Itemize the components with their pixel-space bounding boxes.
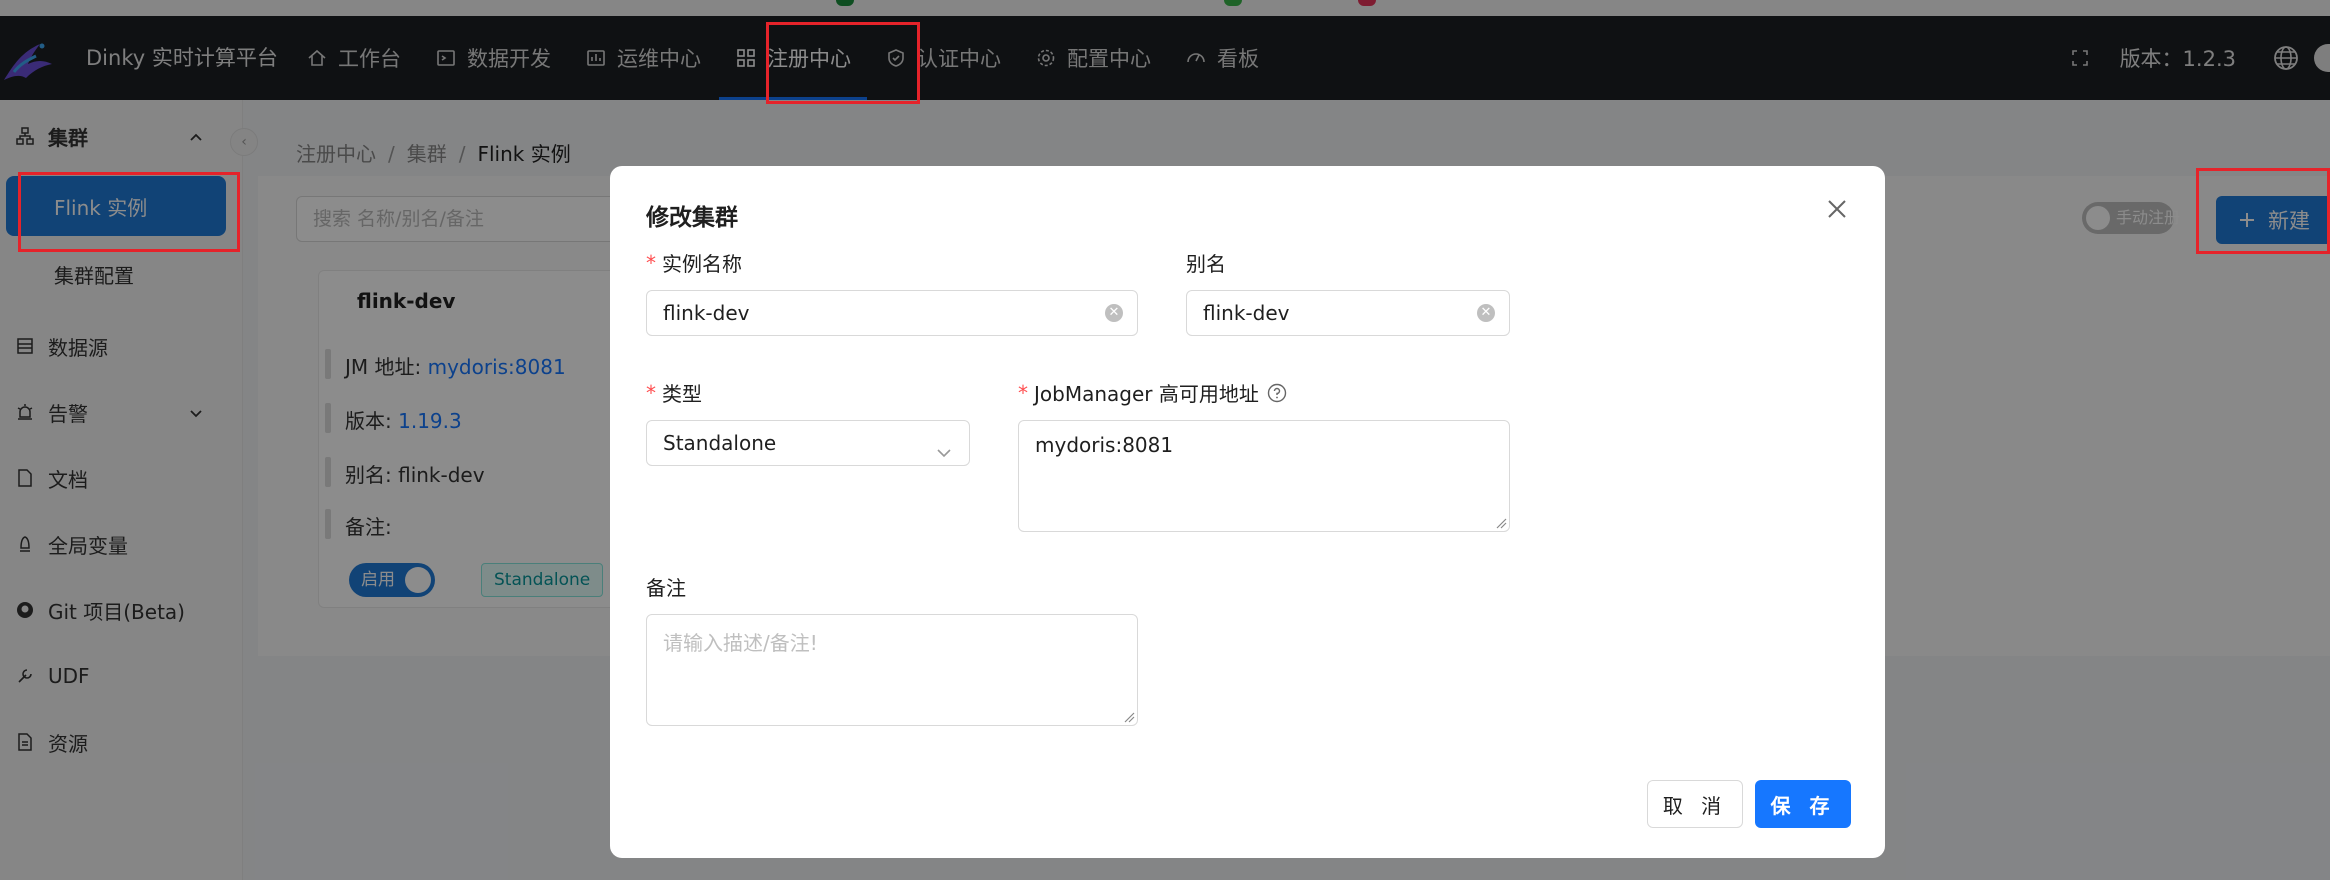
alias-value: flink-dev bbox=[1203, 301, 1290, 325]
required-mark: * bbox=[1018, 380, 1028, 405]
note-textarea[interactable]: 请输入描述/备注! bbox=[646, 614, 1138, 726]
type-label: * 类型 bbox=[646, 380, 702, 407]
resize-handle-icon[interactable] bbox=[1495, 517, 1507, 529]
instance-name-value: flink-dev bbox=[663, 301, 750, 325]
clear-icon[interactable]: ✕ bbox=[1105, 304, 1123, 322]
jobmanager-label: * JobManager 高可用地址 bbox=[1018, 378, 1287, 407]
alias-input[interactable]: flink-dev ✕ bbox=[1186, 290, 1510, 336]
note-placeholder: 请输入描述/备注! bbox=[663, 631, 818, 655]
cancel-button[interactable]: 取 消 bbox=[1647, 780, 1743, 828]
close-icon[interactable] bbox=[1822, 194, 1852, 224]
jobmanager-address-textarea[interactable]: mydoris:8081 bbox=[1018, 420, 1510, 532]
instance-name-input[interactable]: flink-dev ✕ bbox=[646, 290, 1138, 336]
note-label: 备注 bbox=[646, 576, 686, 600]
required-mark: * bbox=[646, 250, 656, 275]
type-select[interactable]: Standalone bbox=[646, 420, 970, 466]
jobmanager-address-value: mydoris:8081 bbox=[1035, 433, 1174, 457]
type-select-value: Standalone bbox=[663, 431, 777, 455]
alias-label: 别名 bbox=[1186, 252, 1226, 276]
clear-icon[interactable]: ✕ bbox=[1477, 304, 1495, 322]
question-circle-icon[interactable] bbox=[1267, 383, 1287, 403]
chevron-down-icon bbox=[935, 433, 953, 458]
required-mark: * bbox=[646, 380, 656, 405]
resize-handle-icon[interactable] bbox=[1123, 711, 1135, 723]
name-label: * 实例名称 bbox=[646, 250, 742, 277]
modal-title: 修改集群 bbox=[646, 205, 738, 231]
edit-cluster-modal: 修改集群 * 实例名称 flink-dev ✕ 别名 flink-dev ✕ * 类… bbox=[610, 166, 1885, 858]
save-button[interactable]: 保 存 bbox=[1755, 780, 1851, 828]
